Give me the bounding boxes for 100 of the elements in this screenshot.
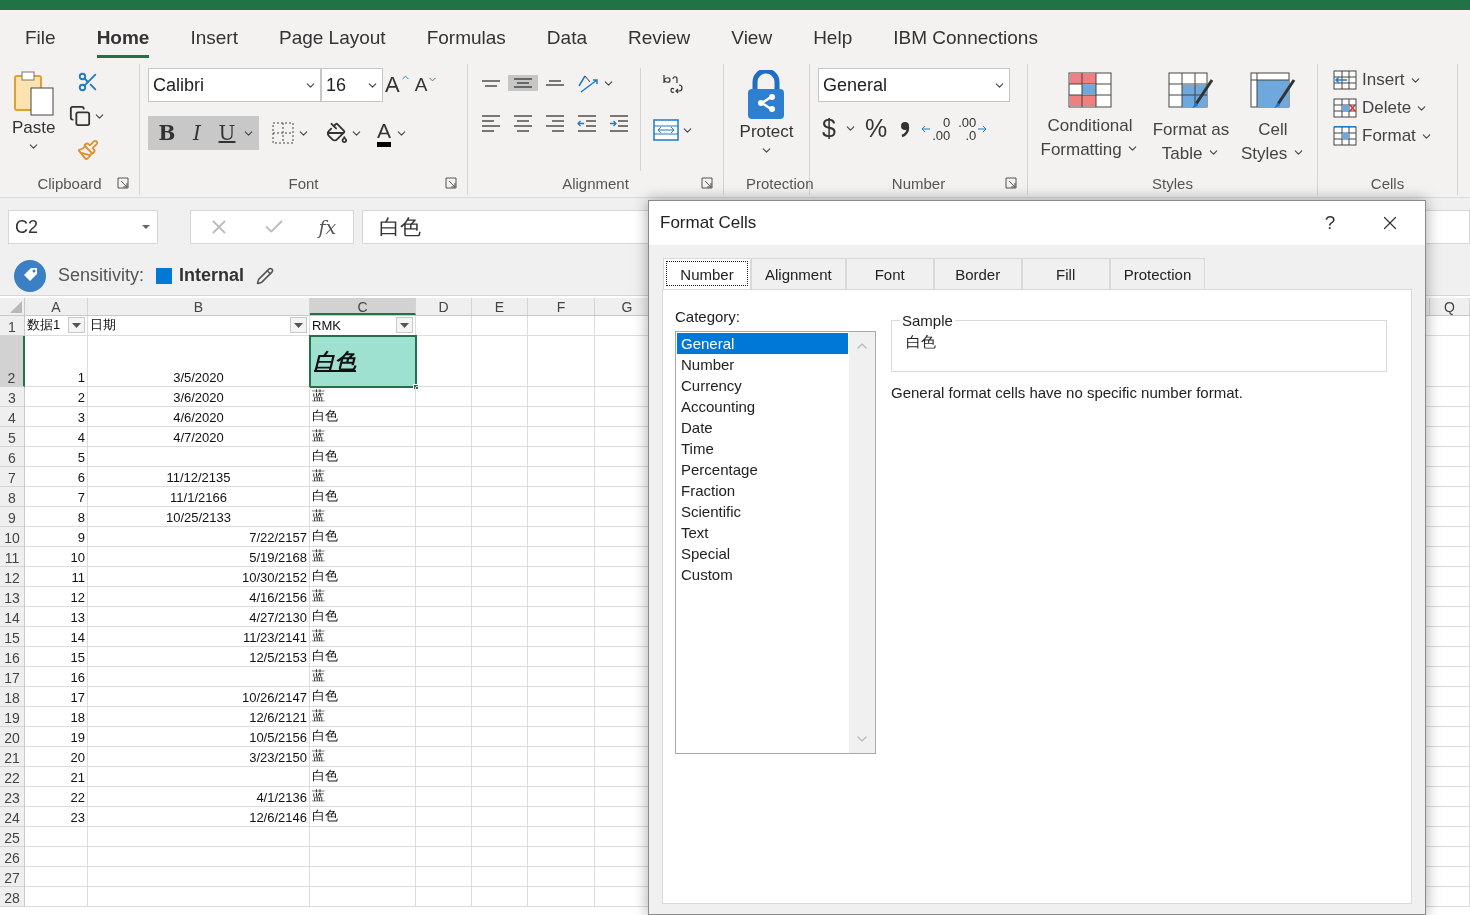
row-header[interactable]: 11: [0, 547, 25, 567]
empty-cell[interactable]: [472, 407, 528, 427]
row-header[interactable]: 15: [0, 627, 25, 647]
ribbon-tab[interactable]: View: [731, 27, 773, 58]
table-cell[interactable]: 蓝: [310, 627, 416, 647]
empty-cell[interactable]: [416, 767, 472, 787]
empty-cell[interactable]: [416, 687, 472, 707]
category-item[interactable]: Accounting: [677, 396, 848, 417]
empty-cell[interactable]: [88, 827, 310, 847]
row-header[interactable]: 3: [0, 387, 25, 407]
category-item[interactable]: Custom: [677, 564, 848, 585]
category-item[interactable]: Date: [677, 417, 848, 438]
empty-cell[interactable]: [472, 527, 528, 547]
row-header[interactable]: 25: [0, 827, 25, 847]
row-header[interactable]: 20: [0, 727, 25, 747]
table-cell[interactable]: 白色: [310, 336, 416, 387]
category-item[interactable]: Number: [677, 354, 848, 375]
empty-cell[interactable]: [416, 467, 472, 487]
row-header[interactable]: 4: [0, 407, 25, 427]
empty-cell[interactable]: [472, 747, 528, 767]
decrease-decimal-button[interactable]: .00 .0: [956, 115, 990, 142]
empty-cell[interactable]: [472, 687, 528, 707]
dialog-tab[interactable]: Number: [663, 258, 751, 289]
empty-cell[interactable]: [310, 827, 416, 847]
table-cell[interactable]: 白色: [310, 727, 416, 747]
category-item[interactable]: Scientific: [677, 501, 848, 522]
table-cell[interactable]: 白色: [310, 447, 416, 467]
table-cell[interactable]: 蓝: [310, 667, 416, 687]
empty-cell[interactable]: [472, 387, 528, 407]
row-header[interactable]: 2: [0, 336, 25, 387]
row-header[interactable]: 17: [0, 667, 25, 687]
filter-button[interactable]: [68, 317, 85, 333]
row-header[interactable]: 24: [0, 807, 25, 827]
dialog-launcher-icon[interactable]: [445, 177, 457, 189]
category-item[interactable]: Time: [677, 438, 848, 459]
empty-cell[interactable]: [472, 827, 528, 847]
row-header[interactable]: 21: [0, 747, 25, 767]
empty-cell[interactable]: [416, 567, 472, 587]
row-header[interactable]: 10: [0, 527, 25, 547]
empty-cell[interactable]: [472, 507, 528, 527]
empty-cell[interactable]: [528, 627, 595, 647]
empty-cell[interactable]: [528, 647, 595, 667]
empty-cell[interactable]: [472, 607, 528, 627]
empty-cell[interactable]: [416, 867, 472, 887]
empty-cell[interactable]: [472, 647, 528, 667]
sensitivity-value[interactable]: Internal: [156, 265, 245, 286]
ribbon-tab[interactable]: Review: [628, 27, 691, 58]
ribbon-tab[interactable]: Insert: [190, 27, 238, 58]
row-header[interactable]: 27: [0, 867, 25, 887]
empty-cell[interactable]: [416, 487, 472, 507]
empty-cell[interactable]: [528, 827, 595, 847]
style-gallery-button[interactable]: Cell Styles: [1238, 72, 1308, 171]
empty-cell[interactable]: [416, 807, 472, 827]
empty-cell[interactable]: [528, 727, 595, 747]
select-all-icon[interactable]: [10, 301, 22, 313]
table-cell[interactable]: 白色: [310, 407, 416, 427]
category-item[interactable]: Special: [677, 543, 848, 564]
row-header[interactable]: 23: [0, 787, 25, 807]
table-cell[interactable]: 白色: [310, 767, 416, 787]
empty-cell[interactable]: [528, 316, 595, 336]
empty-cell[interactable]: [310, 847, 416, 867]
empty-cell[interactable]: [88, 887, 310, 907]
empty-cell[interactable]: [472, 787, 528, 807]
empty-cell[interactable]: [472, 707, 528, 727]
table-cell[interactable]: 蓝: [310, 507, 416, 527]
empty-cell[interactable]: [416, 387, 472, 407]
row-header[interactable]: 6: [0, 447, 25, 467]
name-box[interactable]: C2: [8, 210, 158, 244]
row-header[interactable]: 12: [0, 567, 25, 587]
dialog-launcher-icon[interactable]: [1005, 177, 1017, 189]
dialog-tab[interactable]: Protection: [1109, 258, 1206, 289]
empty-cell[interactable]: [416, 547, 472, 567]
filter-button[interactable]: [396, 317, 413, 333]
empty-cell[interactable]: [416, 587, 472, 607]
empty-cell[interactable]: [416, 507, 472, 527]
empty-cell[interactable]: [416, 847, 472, 867]
empty-cell[interactable]: [528, 607, 595, 627]
paste-button[interactable]: Paste: [8, 68, 60, 171]
empty-cell[interactable]: [528, 787, 595, 807]
row-header[interactable]: 18: [0, 687, 25, 707]
empty-cell[interactable]: [416, 647, 472, 667]
empty-cell[interactable]: [528, 847, 595, 867]
empty-cell[interactable]: [528, 507, 595, 527]
ribbon-tab[interactable]: Page Layout: [278, 27, 386, 58]
empty-cell[interactable]: [528, 887, 595, 907]
number-format-dropdown[interactable]: General: [818, 68, 1010, 102]
dialog-launcher-icon[interactable]: [701, 177, 713, 189]
filter-button[interactable]: [290, 317, 307, 333]
font-size-dropdown[interactable]: 16: [321, 68, 383, 102]
empty-cell[interactable]: [472, 807, 528, 827]
style-gallery-button[interactable]: Format as Table: [1148, 72, 1234, 171]
bold-button[interactable]: B: [152, 116, 182, 150]
empty-cell[interactable]: [472, 427, 528, 447]
shrink-font-button[interactable]: A: [412, 74, 441, 96]
empty-cell[interactable]: [416, 747, 472, 767]
italic-button[interactable]: I: [182, 116, 212, 150]
empty-cell[interactable]: [472, 867, 528, 887]
empty-cell[interactable]: [310, 887, 416, 907]
empty-cell[interactable]: [416, 787, 472, 807]
empty-cell[interactable]: [416, 707, 472, 727]
